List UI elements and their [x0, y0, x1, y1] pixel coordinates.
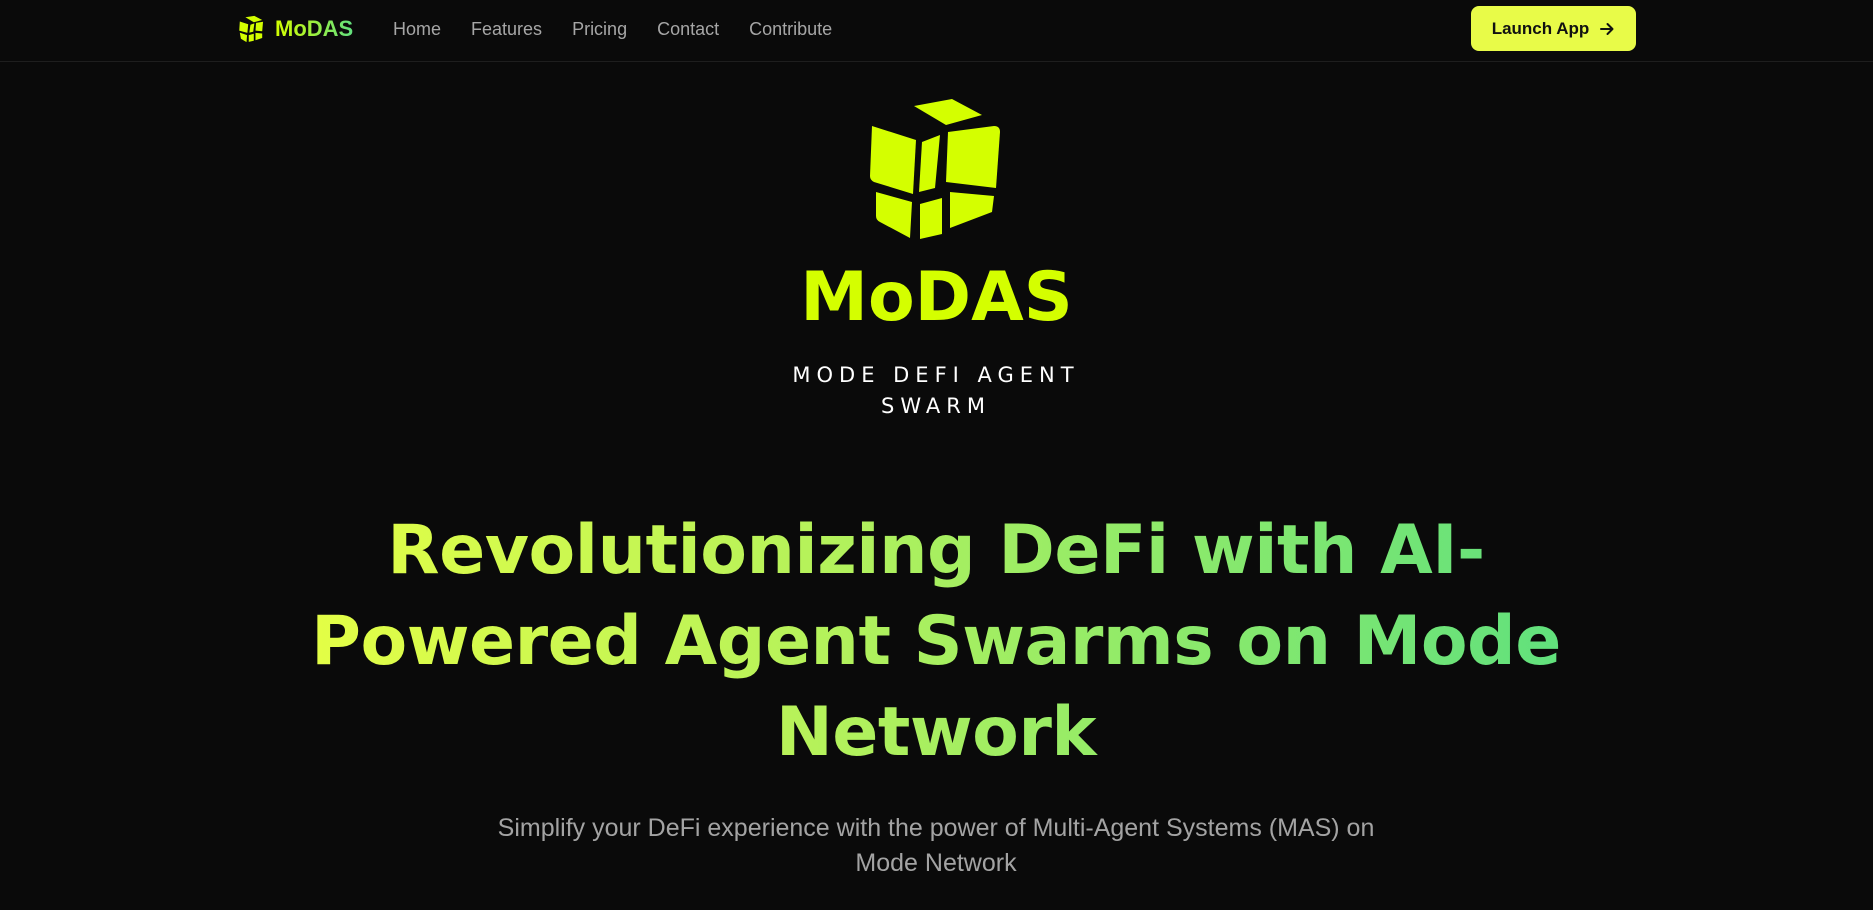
- brand-name: MoDAS: [275, 16, 354, 41]
- nav-item-contribute[interactable]: Contribute: [749, 18, 832, 40]
- nav-item-pricing[interactable]: Pricing: [572, 18, 627, 40]
- launch-app-label: Launch App: [1491, 18, 1590, 38]
- top-navbar: MoDAS Home Features Pricing Contact Cont…: [0, 0, 1873, 62]
- hero-headline: Revolutionizing DeFi with AI-Powered Age…: [286, 505, 1586, 778]
- nav-item-home[interactable]: Home: [393, 18, 441, 40]
- nav-item-contact[interactable]: Contact: [657, 18, 719, 40]
- nav-item-features[interactable]: Features: [471, 18, 542, 40]
- hero-description: Simplify your DeFi experience with the p…: [497, 814, 1375, 877]
- hero-subtitle: MODE DEFI AGENT SWARM: [792, 363, 1080, 418]
- main-nav: Home Features Pricing Contact Contribute: [393, 18, 832, 40]
- hero-cube-logo-icon: [870, 99, 1000, 239]
- cube-logo-icon: [239, 15, 264, 43]
- brand-home-link[interactable]: MoDAS: [237, 14, 353, 44]
- launch-app-button[interactable]: Launch App: [1471, 6, 1636, 51]
- hero-title: MoDAS: [800, 258, 1073, 337]
- arrow-right-icon: [1600, 22, 1614, 35]
